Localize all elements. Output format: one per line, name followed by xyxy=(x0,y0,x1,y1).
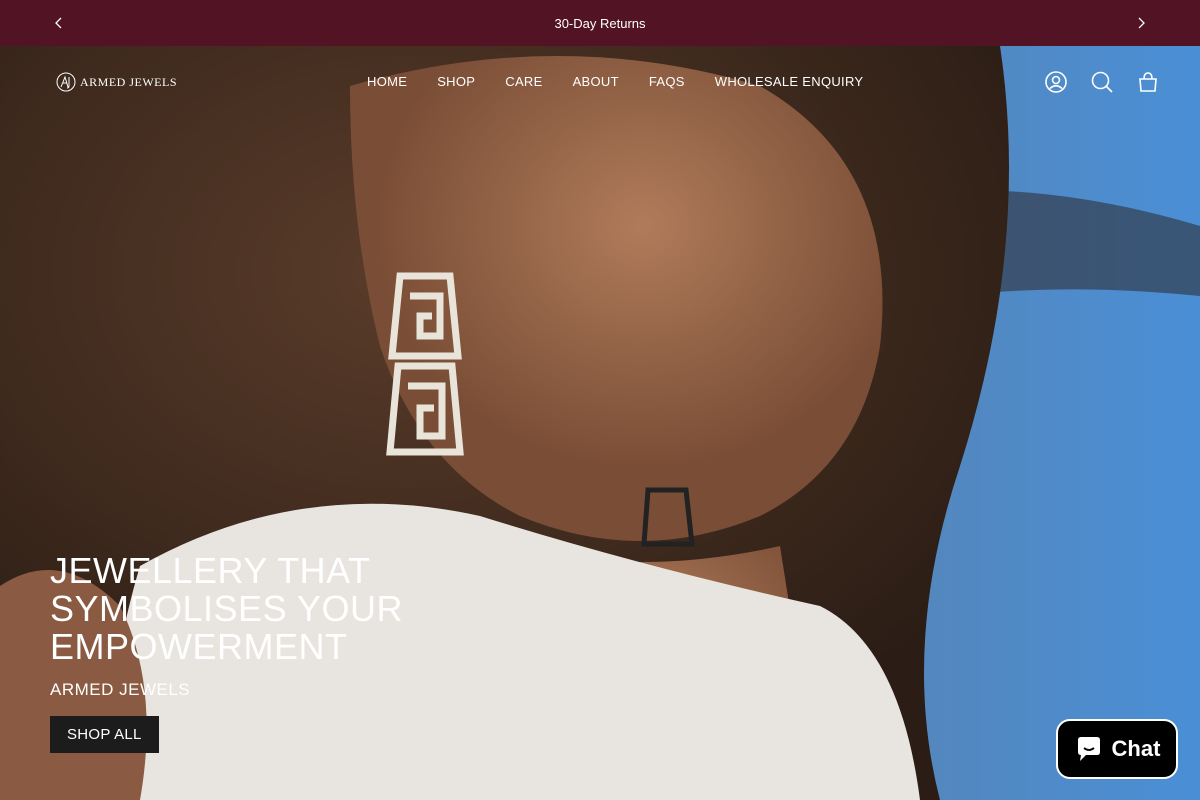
logo-mark-icon xyxy=(56,72,76,92)
announcement-next-button[interactable] xyxy=(1118,0,1164,46)
shop-all-button[interactable]: SHOP ALL xyxy=(50,716,159,753)
header-icons xyxy=(1044,70,1160,94)
announcement-bar: 30-Day Returns xyxy=(0,0,1200,46)
nav-item-faqs[interactable]: FAQS xyxy=(634,74,700,89)
account-icon[interactable] xyxy=(1044,70,1068,94)
chevron-right-icon xyxy=(1138,17,1145,29)
nav-item-shop[interactable]: SHOP xyxy=(422,74,490,89)
nav-item-wholesale-enquiry[interactable]: WHOLESALE ENQUIRY xyxy=(700,74,879,89)
logo-text: ARMED JEWELS xyxy=(80,74,177,89)
nav-item-about[interactable]: ABOUT xyxy=(558,74,634,89)
search-icon[interactable] xyxy=(1090,70,1114,94)
site-header: ARMED JEWELS HOME SHOP CARE ABOUT FAQS W… xyxy=(0,46,1200,122)
hero-content: JEWELLERY THAT SYMBOLISES YOUR EMPOWERME… xyxy=(50,552,410,753)
main-nav: HOME SHOP CARE ABOUT FAQS WHOLESALE ENQU… xyxy=(352,74,878,89)
chat-bubble-icon xyxy=(1077,737,1100,761)
cart-icon[interactable] xyxy=(1136,70,1160,94)
announcement-prev-button[interactable] xyxy=(36,0,82,46)
hero-subtitle: ARMED JEWELS xyxy=(50,680,191,699)
nav-item-care[interactable]: CARE xyxy=(490,74,557,89)
chat-label: Chat xyxy=(1111,736,1161,761)
hero-title: JEWELLERY THAT SYMBOLISES YOUR EMPOWERME… xyxy=(50,550,403,667)
chat-button[interactable]: Chat xyxy=(1056,719,1178,779)
announcement-text: 30-Day Returns xyxy=(554,15,646,31)
nav-item-home[interactable]: HOME xyxy=(352,74,422,89)
site-logo[interactable]: ARMED JEWELS xyxy=(56,72,177,92)
chevron-left-icon xyxy=(55,17,62,29)
